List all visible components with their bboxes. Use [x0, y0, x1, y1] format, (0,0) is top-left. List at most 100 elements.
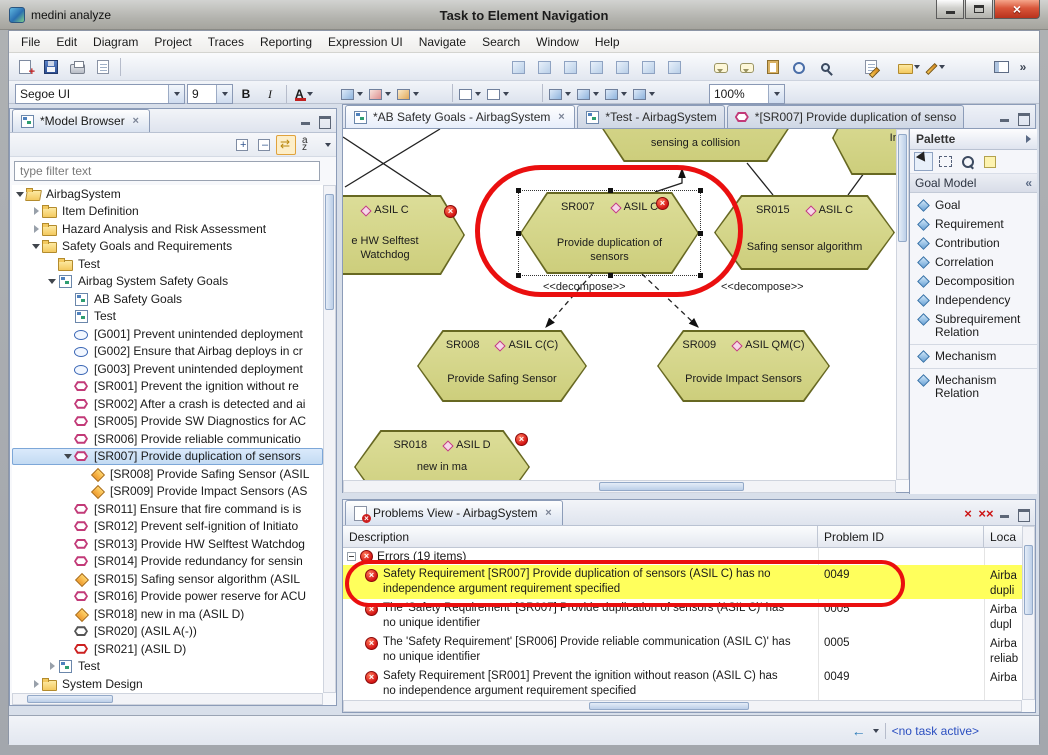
menu-item[interactable]: Search [474, 33, 528, 51]
node-sr018[interactable]: SR018 ASIL D new in ma [354, 430, 530, 480]
save-icon[interactable] [39, 55, 63, 79]
expand-arrow-icon[interactable] [64, 363, 74, 375]
open-folder-icon[interactable] [897, 55, 921, 79]
menu-item[interactable]: File [13, 33, 48, 51]
snap-icon[interactable] [603, 84, 629, 104]
node-sr008[interactable]: SR008 ASIL C(C) Provide Safing Sensor [417, 330, 587, 402]
problems-horizontal-scrollbar[interactable] [343, 700, 1022, 712]
bold-button[interactable]: B [235, 84, 257, 104]
editor-tab[interactable]: *[SR007] Provide duplication of senso [727, 105, 964, 128]
expand-arrow-icon[interactable] [64, 415, 74, 427]
tree-item[interactable]: [SR015] Safing sensor algorithm (ASIL [12, 570, 323, 588]
palette-item-contribution[interactable]: Contribution [910, 234, 1037, 253]
problem-row[interactable]: The 'Safety Requirement' [SR006] Provide… [343, 633, 1022, 667]
layout-icon[interactable] [636, 55, 660, 79]
tree-item[interactable]: [SR012] Prevent self-ignition of Initiat… [12, 518, 323, 536]
node-sr009[interactable]: SR009 ASIL QM(C) Provide Impact Sensors [657, 330, 830, 402]
delete-marker-icon[interactable]: × [959, 506, 977, 521]
maximize-editor-icon[interactable] [1016, 111, 1031, 124]
collapse-palette-icon[interactable] [1026, 135, 1031, 143]
delete-all-markers-icon[interactable]: ×× [977, 506, 995, 521]
expand-arrow-icon[interactable] [64, 328, 74, 340]
menu-item[interactable]: Reporting [252, 33, 320, 51]
tree-item[interactable]: [SR016] Provide power reserve for ACU [12, 588, 323, 606]
column-description[interactable]: Description [343, 526, 818, 547]
font-family-select[interactable]: Segoe UI [15, 84, 185, 104]
menu-item[interactable]: Navigate [411, 33, 474, 51]
tree-item[interactable]: [SR002] After a crash is detected and ai [12, 395, 323, 413]
zoom-select[interactable]: 100% [709, 84, 785, 104]
editor-tab[interactable]: *Test - AirbagSystem [577, 105, 724, 128]
expand-arrow-icon[interactable] [64, 555, 74, 567]
expand-arrow-icon[interactable] [64, 293, 74, 305]
tree-item[interactable]: AB Safety Goals [12, 290, 323, 308]
expand-arrow-icon[interactable] [32, 678, 42, 690]
tree-item[interactable]: AirbagSystem [12, 185, 323, 203]
minimize-view-icon[interactable] [998, 507, 1013, 520]
export-report-icon[interactable] [91, 55, 115, 79]
tree-item[interactable]: [SR021] (ASIL D) [12, 640, 323, 658]
diagram-canvas[interactable]: <<decompose>> <<decompose>> [343, 129, 896, 480]
palette-item-mechanism-relation[interactable]: Mechanism Relation [910, 368, 1037, 403]
expand-all-icon[interactable] [232, 135, 252, 155]
tree-item[interactable]: Item Definition [12, 203, 323, 221]
palette-item-subrequirement-relation[interactable]: Subrequirement Relation [910, 310, 1037, 342]
palette-item-mechanism[interactable]: Mechanism [910, 344, 1037, 366]
close-view-icon[interactable] [130, 115, 142, 127]
task-navigation-icon[interactable]: ← [852, 723, 866, 739]
italic-button[interactable]: I [259, 84, 281, 104]
expand-arrow-icon[interactable] [48, 258, 58, 270]
filter-input[interactable] [14, 161, 320, 181]
arrow-style-icon[interactable] [485, 84, 511, 104]
problem-row[interactable]: Safety Requirement [SR001] Prevent the i… [343, 667, 1022, 700]
connection-mode-icon[interactable] [558, 55, 582, 79]
node-init[interactable]: Init [832, 129, 896, 175]
editor-vertical-scrollbar[interactable] [896, 129, 909, 480]
tree-item[interactable]: Airbag System Safety Goals [12, 273, 323, 291]
edit-document-icon[interactable] [859, 55, 883, 79]
editor-tab[interactable]: *AB Safety Goals - AirbagSystem [345, 105, 575, 128]
palette-item-independency[interactable]: Independency [910, 291, 1037, 310]
perspective-icon[interactable] [989, 55, 1013, 79]
expand-arrow-icon[interactable] [64, 345, 74, 357]
menu-item[interactable]: Diagram [85, 33, 146, 51]
tree-horizontal-scrollbar[interactable] [12, 693, 323, 705]
toolbar-overflow-icon[interactable]: » [1011, 55, 1035, 79]
font-color-button[interactable]: A [292, 84, 316, 104]
expand-arrow-icon[interactable] [64, 433, 74, 445]
tree-item[interactable]: [SR009] Provide Impact Sensors (AS [12, 483, 323, 501]
view-menu-icon[interactable] [320, 135, 334, 155]
align-icon[interactable] [662, 55, 686, 79]
grid-icon[interactable] [575, 84, 601, 104]
task-dropdown-icon[interactable] [873, 729, 879, 733]
expand-arrow-icon[interactable] [64, 625, 74, 637]
expand-arrow-icon[interactable] [64, 310, 74, 322]
palette-item-correlation[interactable]: Correlation [910, 253, 1037, 272]
expand-arrow-icon[interactable] [64, 573, 74, 585]
fill-color-icon[interactable] [339, 84, 365, 104]
tree-item[interactable]: [SR011] Ensure that fire command is is [12, 500, 323, 518]
minimize-editor-icon[interactable] [998, 111, 1013, 124]
problems-view-tab[interactable]: Problems View - AirbagSystem [345, 500, 563, 525]
tree-item[interactable]: [G003] Prevent unintended deployment [12, 360, 323, 378]
menu-item[interactable]: Window [528, 33, 587, 51]
expand-arrow-icon[interactable] [64, 590, 74, 602]
expand-arrow-icon[interactable] [64, 503, 74, 515]
title-bar[interactable]: medini analyze Task to Element Navigatio… [0, 0, 1048, 30]
problems-vertical-scrollbar[interactable] [1022, 526, 1035, 700]
expand-arrow-icon[interactable] [64, 398, 74, 410]
expand-arrow-icon[interactable] [80, 468, 90, 480]
minimize-view-icon[interactable] [299, 114, 314, 127]
note-tool-icon[interactable] [980, 152, 999, 171]
editor-horizontal-scrollbar[interactable] [343, 480, 896, 493]
model-browser-tab[interactable]: *Model Browser [12, 109, 150, 132]
collapse-group-icon[interactable] [347, 552, 356, 561]
tree-item[interactable]: [SR007] Provide duplication of sensors [12, 448, 323, 466]
select-tool-icon[interactable] [914, 152, 933, 171]
select-filter-icon[interactable] [547, 84, 573, 104]
tree-item[interactable]: [SR006] Provide reliable communicatio [12, 430, 323, 448]
tree-item[interactable]: [SR001] Prevent the ignition without re [12, 378, 323, 396]
tree-item[interactable]: [SR013] Provide HW Selftest Watchdog [12, 535, 323, 553]
column-location[interactable]: Loca [984, 526, 1022, 547]
tree-item[interactable]: [G001] Prevent unintended deployment [12, 325, 323, 343]
